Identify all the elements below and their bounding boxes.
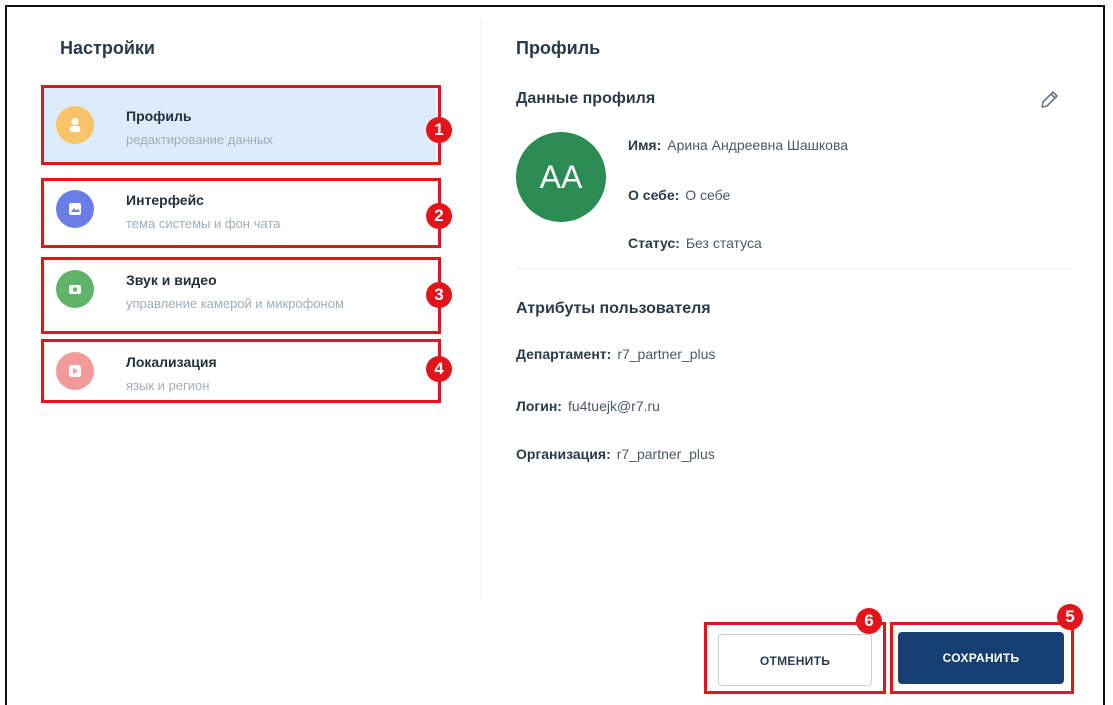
name-field: Имя: Арина Андреевна Шашкова xyxy=(628,137,848,153)
settings-title: Настройки xyxy=(60,38,155,58)
highlight-box xyxy=(890,622,1074,694)
status-value: Без статуса xyxy=(685,235,762,251)
marker-badge: 6 xyxy=(856,608,882,634)
login-value: fu4tuejk@r7.ru xyxy=(567,398,660,414)
highlight-box xyxy=(41,339,441,403)
section-divider xyxy=(516,268,1072,269)
organization-label: Организация: xyxy=(516,446,611,462)
name-value: Арина Андреевна Шашкова xyxy=(667,137,849,153)
panel-divider xyxy=(480,20,481,600)
marker-badge: 2 xyxy=(426,203,452,229)
profile-data-title: Данные профиля xyxy=(516,90,656,107)
highlight-box xyxy=(41,178,441,248)
profile-title: Профиль xyxy=(516,38,601,58)
status-label: Статус: xyxy=(628,235,680,251)
marker-badge: 5 xyxy=(1057,604,1083,630)
pencil-icon[interactable] xyxy=(1038,88,1060,112)
about-label: О себе: xyxy=(628,187,680,203)
highlight-box xyxy=(704,622,886,694)
highlight-box xyxy=(41,257,441,334)
login-field: Логин: fu4tuejk@r7.ru xyxy=(516,398,660,414)
highlight-box xyxy=(41,85,441,165)
department-label: Департамент: xyxy=(516,346,612,362)
department-value: r7_partner_plus xyxy=(617,346,716,362)
attributes-title: Атрибуты пользователя xyxy=(516,300,711,317)
status-field: Статус: Без статуса xyxy=(628,235,762,251)
marker-badge: 3 xyxy=(426,282,452,308)
marker-badge: 1 xyxy=(426,117,452,143)
organization-field: Организация: r7_partner_plus xyxy=(516,446,715,462)
marker-badge: 4 xyxy=(426,356,452,382)
name-label: Имя: xyxy=(628,137,662,153)
avatar: АА xyxy=(516,132,606,222)
about-field: О себе: О себе xyxy=(628,187,730,203)
department-field: Департамент: r7_partner_plus xyxy=(516,346,715,362)
login-label: Логин: xyxy=(516,398,562,414)
about-value: О себе xyxy=(685,187,731,203)
organization-value: r7_partner_plus xyxy=(616,446,715,462)
